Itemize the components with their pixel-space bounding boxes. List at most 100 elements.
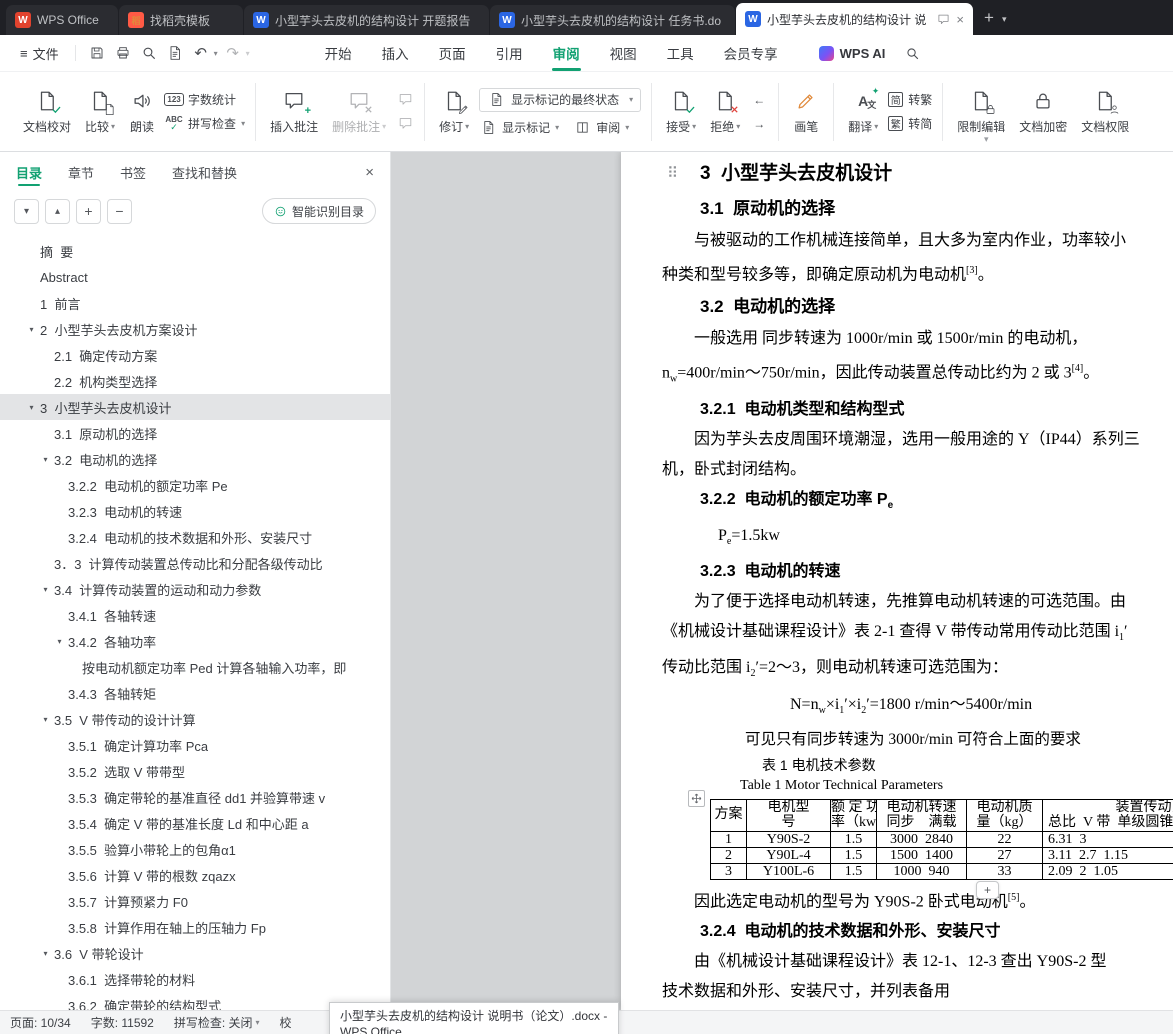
toc-expand-arrow[interactable]: ▾ xyxy=(37,455,54,464)
redo-button[interactable]: ↷ xyxy=(220,41,246,65)
toc-item[interactable]: 3.5.8 计算作用在轴上的压轴力 Fp xyxy=(0,914,390,940)
table-header-cell[interactable]: 装置传动比总比 V 带 单级圆锥 xyxy=(1042,798,1173,832)
toc-item[interactable]: 3.2.2 电动机的额定功率 Pe xyxy=(0,472,390,498)
table-header-cell[interactable]: 电动机质 量（kg） xyxy=(966,798,1043,832)
tab-reference[interactable]: 引用 xyxy=(481,35,538,72)
table-cell[interactable]: 6.31 3 xyxy=(1042,830,1173,848)
table-caption-cn[interactable]: 表 1 电机技术参数 xyxy=(762,754,1173,776)
tab-wps-home[interactable]: W WPS Office xyxy=(6,5,118,35)
compare-button[interactable]: 比较 ▾ xyxy=(78,83,122,140)
translate-button[interactable]: A 文 ✦ 翻译 ▾ xyxy=(841,83,885,140)
toc-item[interactable]: 3.4.1 各轴转速 xyxy=(0,602,390,628)
toc-item[interactable]: 2.1 确定传动方案 xyxy=(0,342,390,368)
table-cell[interactable]: 3000 2840 xyxy=(876,830,967,848)
tab-insert[interactable]: 插入 xyxy=(367,35,424,72)
doc-heading[interactable]: 3.1 原动机的选择 xyxy=(662,192,1173,226)
toc-item[interactable]: 按电动机额定功率 Ped 计算各轴输入功率，即 xyxy=(0,654,390,680)
sidebar-tab-chapters[interactable]: 章节 xyxy=(68,152,94,192)
previous-comment-button[interactable] xyxy=(396,91,414,108)
page-indicator[interactable]: 页面: 10/34 xyxy=(10,1014,71,1031)
table-cell[interactable]: Y90L-4 xyxy=(746,846,831,864)
toc-item[interactable]: ▾ 3.4.2 各轴功率 xyxy=(0,628,390,654)
toc-expand-arrow[interactable]: ▾ xyxy=(37,585,54,594)
tab-home[interactable]: 开始 xyxy=(310,35,367,72)
insert-comment-button[interactable]: + 插入批注 xyxy=(263,83,325,140)
toc-item[interactable]: ▾ 3.5 V 带传动的设计计算 xyxy=(0,706,390,732)
close-sidebar-icon[interactable]: × xyxy=(365,164,374,181)
tab-review[interactable]: 审阅 xyxy=(538,35,595,72)
show-markup-button[interactable]: 显示标记 ▾ xyxy=(479,119,559,136)
table-cell[interactable]: Y90S-2 xyxy=(746,830,831,848)
doc-heading[interactable]: 3.2.2 电动机的额定功率 Pe xyxy=(662,485,1173,521)
toc-item[interactable]: 3.6.1 选择带轮的材料 xyxy=(0,966,390,992)
to-simplified-button[interactable]: 繁转简 xyxy=(888,115,932,132)
read-aloud-button[interactable]: 朗读 xyxy=(122,83,162,140)
proof-indicator[interactable]: 校 xyxy=(280,1014,292,1031)
to-traditional-button[interactable]: 简转繁 xyxy=(888,91,932,108)
toc-expand-arrow[interactable]: ▾ xyxy=(23,403,40,412)
doc-line[interactable]: 传动比范围 i2′=2～3，则电动机转速可选范围为： xyxy=(662,653,1173,689)
table-move-handle[interactable] xyxy=(688,789,705,807)
toc-item[interactable]: 3.5.4 确定 V 带的基准长度 Ld 和中心距 a xyxy=(0,810,390,836)
table-header-cell[interactable]: 额 定 功率（kw） xyxy=(830,798,877,832)
doc-heading[interactable]: 3.2.1 电动机类型和结构型式 xyxy=(662,395,1173,425)
toc-item[interactable]: Abstract xyxy=(0,264,390,290)
toc-item[interactable]: 3.1 原动机的选择 xyxy=(0,420,390,446)
doc-line[interactable]: 因此选定电动机的型号为 Y90S-2 卧式电动机[5]。 xyxy=(662,883,1173,917)
tab-document-3-active[interactable]: W 小型芋头去皮机的结构设计 说 × xyxy=(736,3,973,35)
sidebar-tab-contents[interactable]: 目录 xyxy=(16,152,42,192)
toc-zoom-in-button[interactable]: + xyxy=(76,198,101,224)
undo-button[interactable]: ↶ xyxy=(188,41,214,65)
toc-expand-arrow[interactable]: ▾ xyxy=(23,325,40,334)
sidebar-tab-find-replace[interactable]: 查找和替换 xyxy=(172,152,237,192)
toc-item[interactable]: 3.2.3 电动机的转速 xyxy=(0,498,390,524)
toc-item[interactable]: 摘 要 xyxy=(0,238,390,264)
ink-brush-button[interactable]: 画笔 xyxy=(786,83,826,140)
tab-document-1[interactable]: W 小型芋头去皮机的结构设计 开题报告 xyxy=(244,5,489,35)
toc-item[interactable]: 3.5.3 确定带轮的基准直径 dd1 并验算带速 v xyxy=(0,784,390,810)
doc-proof-button[interactable]: 文档校对 xyxy=(16,83,78,140)
close-tab-icon[interactable]: × xyxy=(956,12,964,27)
tab-docer-templates[interactable]: 稻找稻壳模板 xyxy=(119,5,243,35)
doc-line[interactable]: Pe=1.5kw xyxy=(662,521,1173,557)
doc-line[interactable]: 一般选用 同步转速为 1000r/min 或 1500r/min 的电动机， xyxy=(662,324,1173,354)
word-count-button[interactable]: 123 字数统计 xyxy=(164,91,245,108)
table-cell[interactable]: 33 xyxy=(966,862,1043,880)
table-cell[interactable]: Y100L-6 xyxy=(746,862,831,880)
table-cell[interactable]: 1.5 xyxy=(830,830,877,848)
toc-item-selected[interactable]: ▾ 3 小型芋头去皮机设计 xyxy=(0,394,390,420)
table-cell[interactable]: 1500 1400 xyxy=(876,846,967,864)
tab-page[interactable]: 页面 xyxy=(424,35,481,72)
save-button[interactable] xyxy=(84,41,110,65)
print-button[interactable] xyxy=(110,41,136,65)
track-changes-button[interactable]: 修订 ▾ xyxy=(432,83,476,140)
toc-collapse-all-button[interactable]: ▴ xyxy=(45,198,70,224)
table-cell[interactable]: 2.09 2 1.05 xyxy=(1042,862,1173,880)
tab-list-chevron-icon[interactable]: ▾ xyxy=(1002,14,1007,25)
toc-item[interactable]: ▾ 3.4 计算传动装置的运动和动力参数 xyxy=(0,576,390,602)
table-header-cell[interactable]: 电动机转速 同步 满载 xyxy=(876,798,967,832)
toc-item[interactable]: 3.5.6 计算 V 带的根数 zqazx xyxy=(0,862,390,888)
table-caption-en[interactable]: Table 1 Motor Technical Parameters xyxy=(740,776,1173,796)
motor-parameters-table[interactable]: 方案 电机型号 额 定 功率（kw） 电动机转速同步 满载 电动机质量（kg） … xyxy=(710,798,1173,880)
doc-heading[interactable]: 3.2 电动机的选择 xyxy=(662,290,1173,324)
review-pane-button[interactable]: 审阅 ▾ xyxy=(573,119,629,136)
toc-item[interactable]: 2.2 机构类型选择 xyxy=(0,368,390,394)
smart-toc-button[interactable]: 智能识别目录 xyxy=(261,198,376,224)
file-menu-button[interactable]: ≡ 文件 xyxy=(12,40,67,67)
print-preview-button[interactable] xyxy=(136,41,162,65)
document-page[interactable]: ⠿ 3 小型芋头去皮机设计 3.1 原动机的选择 与被驱动的工作机械连接简单，且… xyxy=(621,152,1173,1010)
tab-tools[interactable]: 工具 xyxy=(652,35,709,72)
table-cell[interactable]: 27 xyxy=(966,846,1043,864)
next-comment-button[interactable] xyxy=(396,115,414,132)
search-icon[interactable] xyxy=(905,46,920,61)
export-pdf-button[interactable] xyxy=(162,41,188,65)
doc-line[interactable]: 技术数据和外形、安装尺寸，并列表备用 xyxy=(662,977,1173,1007)
doc-line[interactable]: 机，卧式封闭结构。 xyxy=(662,455,1173,485)
toc-item[interactable]: ▾ 2 小型芋头去皮机方案设计 xyxy=(0,316,390,342)
toc-item[interactable]: ▾ 3.2 电动机的选择 xyxy=(0,446,390,472)
toc-item[interactable]: 3.5.7 计算预紧力 F0 xyxy=(0,888,390,914)
tab-document-2[interactable]: W 小型芋头去皮机的结构设计 任务书.do xyxy=(490,5,735,35)
paragraph-drag-handle-icon[interactable]: ⠿ xyxy=(667,164,678,182)
toc-item[interactable]: 3.5.1 确定计算功率 Pca xyxy=(0,732,390,758)
